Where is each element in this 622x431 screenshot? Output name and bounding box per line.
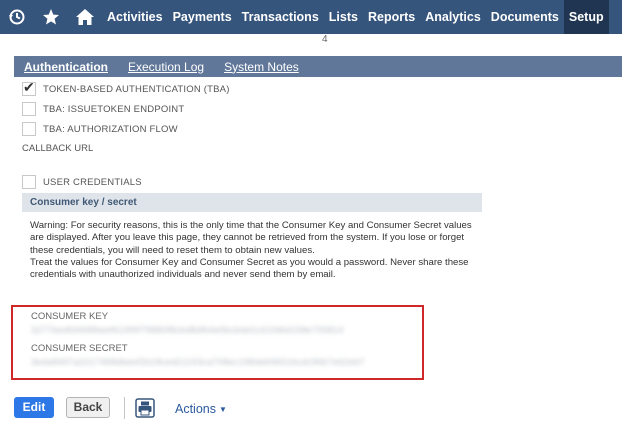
star-icon[interactable] xyxy=(34,0,68,34)
checkbox-row-user-credentials: USER CREDENTIALS xyxy=(22,175,142,189)
tba-label: TOKEN-BASED AUTHENTICATION (TBA) xyxy=(43,83,230,95)
user-credentials-checkbox[interactable] xyxy=(22,175,36,189)
consumer-secret-label: CONSUMER SECRET xyxy=(31,343,128,354)
nav-payments[interactable]: Payments xyxy=(168,0,237,34)
credentials-highlight-box: CONSUMER KEY 3277bedfd468fbeef619f9f7988… xyxy=(11,305,424,380)
consumer-key-section-header: Consumer key / secret xyxy=(22,193,482,212)
edit-button[interactable]: Edit xyxy=(14,397,54,418)
user-credentials-label: USER CREDENTIALS xyxy=(43,176,142,188)
issuetoken-checkbox[interactable] xyxy=(22,102,36,116)
warning-paragraph-1: Warning: For security reasons, this is t… xyxy=(30,220,472,256)
consumer-secret-value[interactable]: 3eda8497a2217468dbeef2b18ced21193ca708ec… xyxy=(31,357,365,367)
consumer-key-label: CONSUMER KEY xyxy=(31,311,109,322)
checkbox-row-issuetoken: TBA: ISSUETOKEN ENDPOINT xyxy=(22,102,184,116)
nav-reports[interactable]: Reports xyxy=(363,0,420,34)
warning-paragraph-2: Treat the values for Consumer Key and Co… xyxy=(30,256,469,281)
history-icon[interactable] xyxy=(0,0,34,34)
checkbox-row-authflow: TBA: AUTHORIZATION FLOW xyxy=(22,122,178,136)
nav-documents[interactable]: Documents xyxy=(486,0,564,34)
tab-authentication[interactable]: Authentication xyxy=(24,60,108,74)
nav-lists[interactable]: Lists xyxy=(324,0,363,34)
authflow-label: TBA: AUTHORIZATION FLOW xyxy=(43,123,178,135)
nav-setup[interactable]: Setup xyxy=(563,0,609,34)
checkmark-icon: ✔ xyxy=(23,79,35,95)
print-icon[interactable] xyxy=(135,398,155,418)
consumer-key-value[interactable]: 3277bedfd468fbeef619f9f79880f8cbd8dfb4e5… xyxy=(31,325,344,335)
issuetoken-label: TBA: ISSUETOKEN ENDPOINT xyxy=(43,103,185,115)
security-warning: Warning: For security reasons, this is t… xyxy=(30,220,480,281)
top-navigation-bar: Activities Payments Transactions Lists R… xyxy=(0,0,622,34)
actions-label: Actions xyxy=(175,402,216,416)
toolbar-divider xyxy=(124,397,125,419)
tba-checkbox[interactable]: ✔ xyxy=(22,79,36,96)
back-button[interactable]: Back xyxy=(66,397,110,418)
actions-menu[interactable]: Actions ▼ xyxy=(175,402,227,416)
callback-url-label: CALLBACK URL xyxy=(22,143,94,154)
subtab-bar: Authentication Execution Log System Note… xyxy=(14,56,622,77)
caret-down-icon: ▼ xyxy=(219,404,227,414)
nav-transactions[interactable]: Transactions xyxy=(237,0,324,34)
nav-analytics[interactable]: Analytics xyxy=(420,0,486,34)
tab-system-notes[interactable]: System Notes xyxy=(224,60,299,74)
home-icon[interactable] xyxy=(68,0,102,34)
nav-activities[interactable]: Activities xyxy=(102,0,168,34)
checkbox-row-tba: ✔ TOKEN-BASED AUTHENTICATION (TBA) xyxy=(22,79,230,96)
authflow-checkbox[interactable] xyxy=(22,122,36,136)
tab-execution-log[interactable]: Execution Log xyxy=(128,60,204,74)
page-indicator: 4 xyxy=(322,34,328,45)
